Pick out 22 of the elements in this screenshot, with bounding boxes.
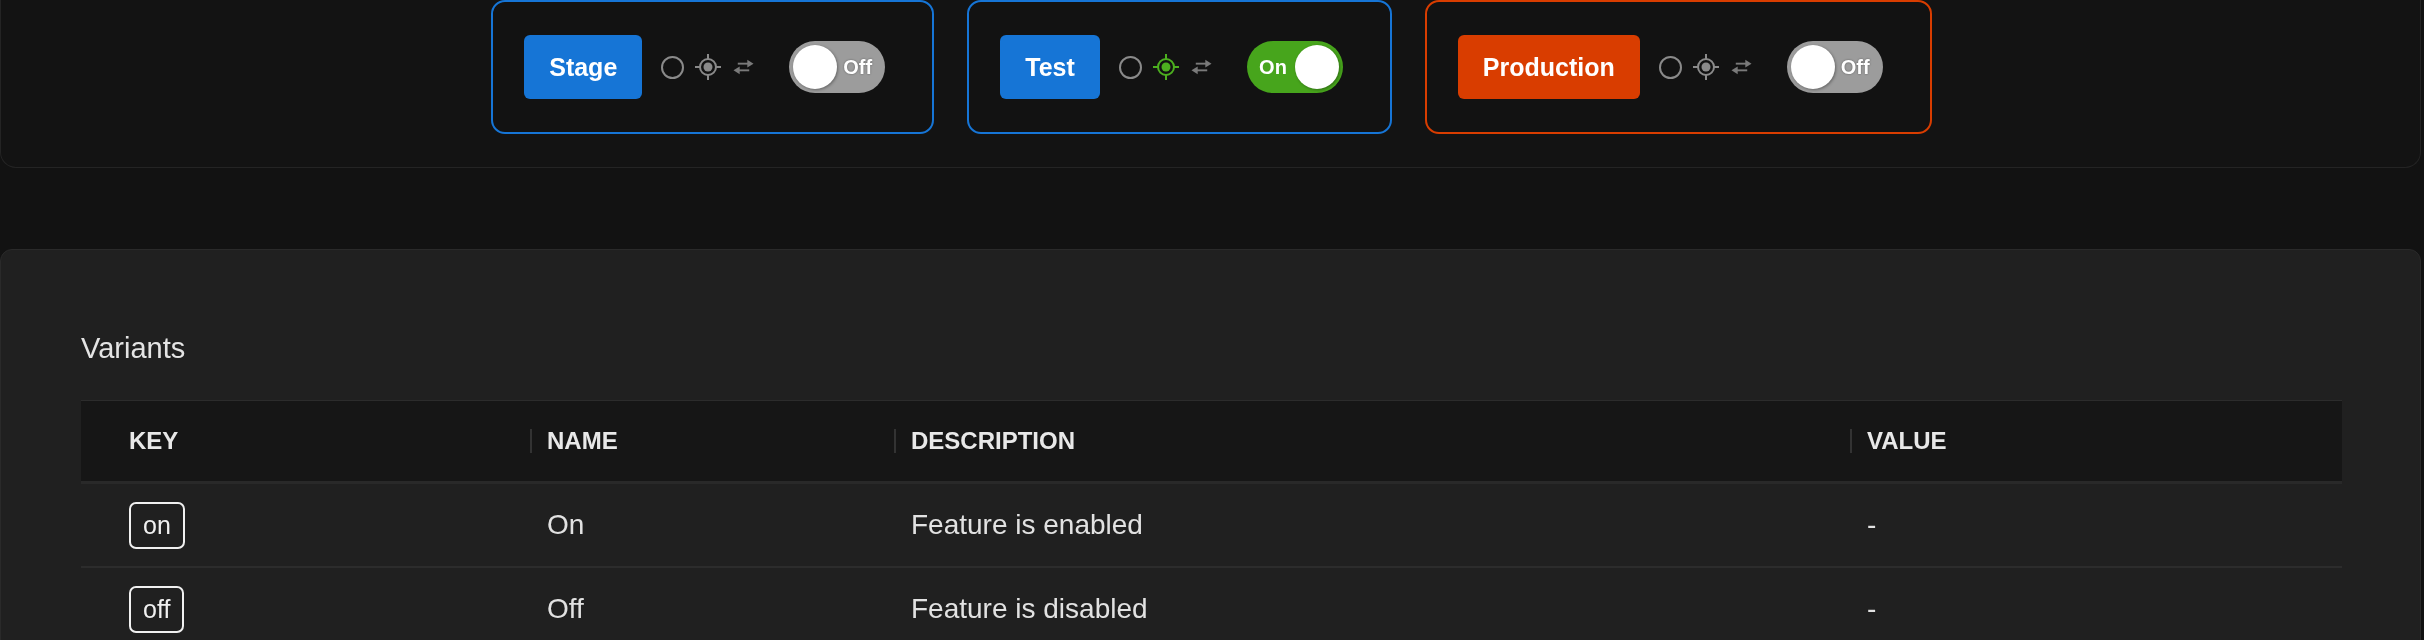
ring-icon	[1118, 55, 1142, 79]
toggle-switch[interactable]: On	[1246, 41, 1343, 93]
swap-arrows-icon[interactable]	[733, 59, 755, 75]
variant-name: On	[546, 509, 586, 541]
environment-button[interactable]: Test	[1000, 35, 1100, 99]
variant-description: Feature is disabled	[910, 593, 1149, 625]
swap-arrows-icon[interactable]	[1190, 59, 1212, 75]
toggle-switch[interactable]: Off	[1786, 41, 1883, 93]
variant-value: -	[1866, 593, 1878, 625]
ring-icon	[661, 55, 685, 79]
column-header: KEY	[128, 426, 180, 456]
toggle-switch[interactable]: Off	[789, 41, 886, 93]
ring-icon	[1658, 55, 1682, 79]
variant-description: Feature is enabled	[910, 509, 1144, 541]
key-tag: on	[129, 501, 185, 549]
variant-name: Off	[546, 593, 585, 625]
swap-arrows-icon[interactable]	[1730, 59, 1752, 75]
key-tag: off	[129, 585, 185, 633]
environment-button[interactable]: Production	[1457, 35, 1640, 99]
environment-button[interactable]: Stage	[524, 35, 643, 99]
variant-value: -	[1866, 509, 1878, 541]
section-title: Variants	[81, 331, 186, 366]
